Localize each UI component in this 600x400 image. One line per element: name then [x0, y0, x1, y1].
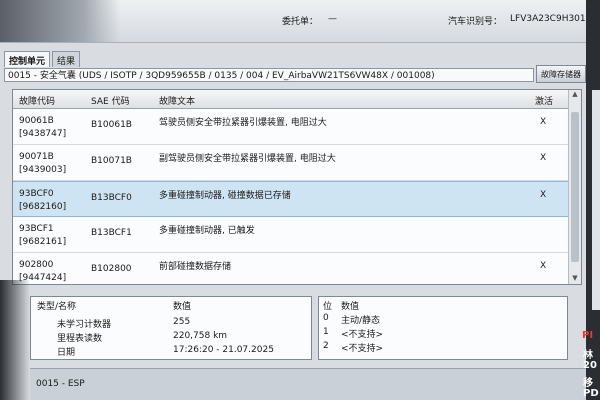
scroll-thumb[interactable]: [571, 112, 579, 262]
header-active[interactable]: 激活: [535, 94, 553, 107]
diagnostic-screen: 委托单： — 汽车识别号： LFV3A23C9H3010 控制单元 结果 001…: [0, 0, 586, 400]
position-index: 2: [323, 341, 329, 351]
detail-name: 日期: [57, 348, 76, 358]
fault-code: 93BCF0 [9682160]: [19, 189, 67, 212]
detail-value: 17:26:20 - 21.07.2025: [173, 345, 274, 355]
sae-code: B10061B: [91, 120, 132, 130]
position-header: 位 数值: [319, 299, 567, 312]
tab-control-unit[interactable]: 控制单元: [4, 51, 51, 67]
position-table: 位 数值 0 主动/静态 1 <不支持> 2 <不支持>: [318, 296, 568, 360]
fault-text: 多重碰撞制动器, 已触发: [159, 226, 255, 236]
table-row[interactable]: 93BCF1 [9682161] B13BCF1 多重碰撞制动器, 已触发: [13, 217, 569, 253]
sae-code: B10071B: [91, 156, 132, 166]
header-text[interactable]: 故障文本: [159, 94, 195, 107]
order-value: —: [328, 14, 337, 24]
position-header-value: 数值: [341, 302, 360, 312]
detail-name: 里程表读数: [57, 334, 103, 344]
fault-code: 90071B [9439003]: [19, 152, 67, 175]
fault-code: 90061B [9438747]: [19, 116, 67, 139]
fault-code: 93BCF1 [9682161]: [19, 224, 67, 247]
position-row: 2 <不支持>: [319, 341, 567, 354]
vin-value: LFV3A23C9H3010: [510, 14, 586, 24]
tab-bar: 控制单元 结果: [4, 51, 82, 67]
control-unit-name: 0015 - 安全气囊: [8, 71, 76, 81]
sae-code: B13BCF0: [91, 193, 132, 203]
detail-row: 日期 17:26:20 - 21.07.2025: [31, 345, 311, 358]
fault-text: 副驾驶员侧安全带拉紧器引爆装置, 电阻过大: [159, 154, 336, 164]
detail-header-value: 数值: [173, 302, 192, 312]
tab-results[interactable]: 结果: [52, 51, 81, 67]
detail-row: 未学习计数器 255: [31, 317, 311, 330]
overlay-text: PD: [583, 388, 599, 399]
vin-label: 汽车识别号：: [448, 17, 503, 27]
sae-code: B13BCF1: [91, 228, 132, 238]
detail-name: 未学习计数器: [57, 320, 112, 330]
detail-value: 255: [173, 317, 191, 327]
active-mark: X: [540, 117, 547, 127]
fault-text: 前部碰撞数据存储: [159, 262, 232, 272]
sae-code: B102800: [91, 264, 132, 274]
position-header-pos: 位: [323, 302, 333, 312]
position-value: 主动/静态: [341, 316, 381, 326]
active-mark: X: [540, 190, 547, 200]
header-shade: [0, 0, 120, 42]
detail-table: 类型/名称 数值 未学习计数器 255 里程表读数 220,758 km 日期 …: [30, 296, 312, 360]
side-panel-edge: [592, 90, 600, 310]
active-mark: X: [540, 153, 547, 163]
overlay-text: 20: [583, 360, 597, 371]
position-value: <不支持>: [341, 330, 384, 340]
header-sae[interactable]: SAE 代码: [91, 94, 130, 107]
fault-table: 故障代码 SAE 代码 故障文本 激活 90061B [9438747] B100…: [12, 89, 582, 285]
control-unit-details: (UDS / ISOTP / 3QD959655B / 0135 / 004 /…: [78, 71, 435, 81]
position-value: <不支持>: [341, 344, 384, 354]
overlay-text: 林: [583, 350, 593, 361]
fault-text: 多重碰撞制动器, 碰撞数据已存储: [159, 191, 291, 201]
position-index: 1: [323, 327, 329, 337]
order-label: 委托单：: [282, 17, 319, 27]
fault-text: 驾驶员侧安全带拉紧器引爆装置, 电阻过大: [159, 118, 327, 128]
overlay-text: 移: [583, 378, 593, 389]
table-row[interactable]: 90061B [9438747] B10061B 驾驶员侧安全带拉紧器引爆装置, …: [13, 109, 569, 145]
footer-bar: 0015 - ESP: [30, 368, 586, 400]
fault-table-scrollbar[interactable]: ▲ ▼: [568, 90, 581, 284]
active-mark: X: [540, 261, 547, 271]
scroll-down-icon[interactable]: ▼: [569, 274, 581, 284]
table-row[interactable]: 902800 [9447424] B102800 前部碰撞数据存储 X: [13, 253, 569, 284]
detail-row: 里程表读数 220,758 km: [31, 331, 311, 344]
header-bar: 委托单： — 汽车识别号： LFV3A23C9H3010: [0, 0, 586, 43]
control-unit-bar[interactable]: 0015 - 安全气囊 (UDS / ISOTP / 3QD959655B / …: [4, 68, 534, 82]
detail-value: 220,758 km: [173, 331, 228, 341]
scroll-up-icon[interactable]: ▲: [569, 90, 581, 100]
fault-table-header: 故障代码 SAE 代码 故障文本 激活: [13, 90, 569, 109]
bezel-shadow: [0, 280, 30, 400]
position-row: 0 主动/静态: [319, 313, 567, 326]
detail-header-name: 类型/名称: [37, 302, 77, 312]
overlay-text: PI: [582, 330, 594, 341]
position-row: 1 <不支持>: [319, 327, 567, 340]
header-code[interactable]: 故障代码: [19, 94, 55, 107]
fault-memory-button[interactable]: 故障存储器: [536, 65, 586, 83]
next-control-unit[interactable]: 0015 - ESP: [36, 379, 85, 389]
position-index: 0: [323, 313, 329, 323]
table-row[interactable]: 90071B [9439003] B10071B 副驾驶员侧安全带拉紧器引爆装置,…: [13, 145, 569, 181]
table-row-selected[interactable]: 93BCF0 [9682160] B13BCF0 多重碰撞制动器, 碰撞数据已存储…: [13, 181, 569, 217]
